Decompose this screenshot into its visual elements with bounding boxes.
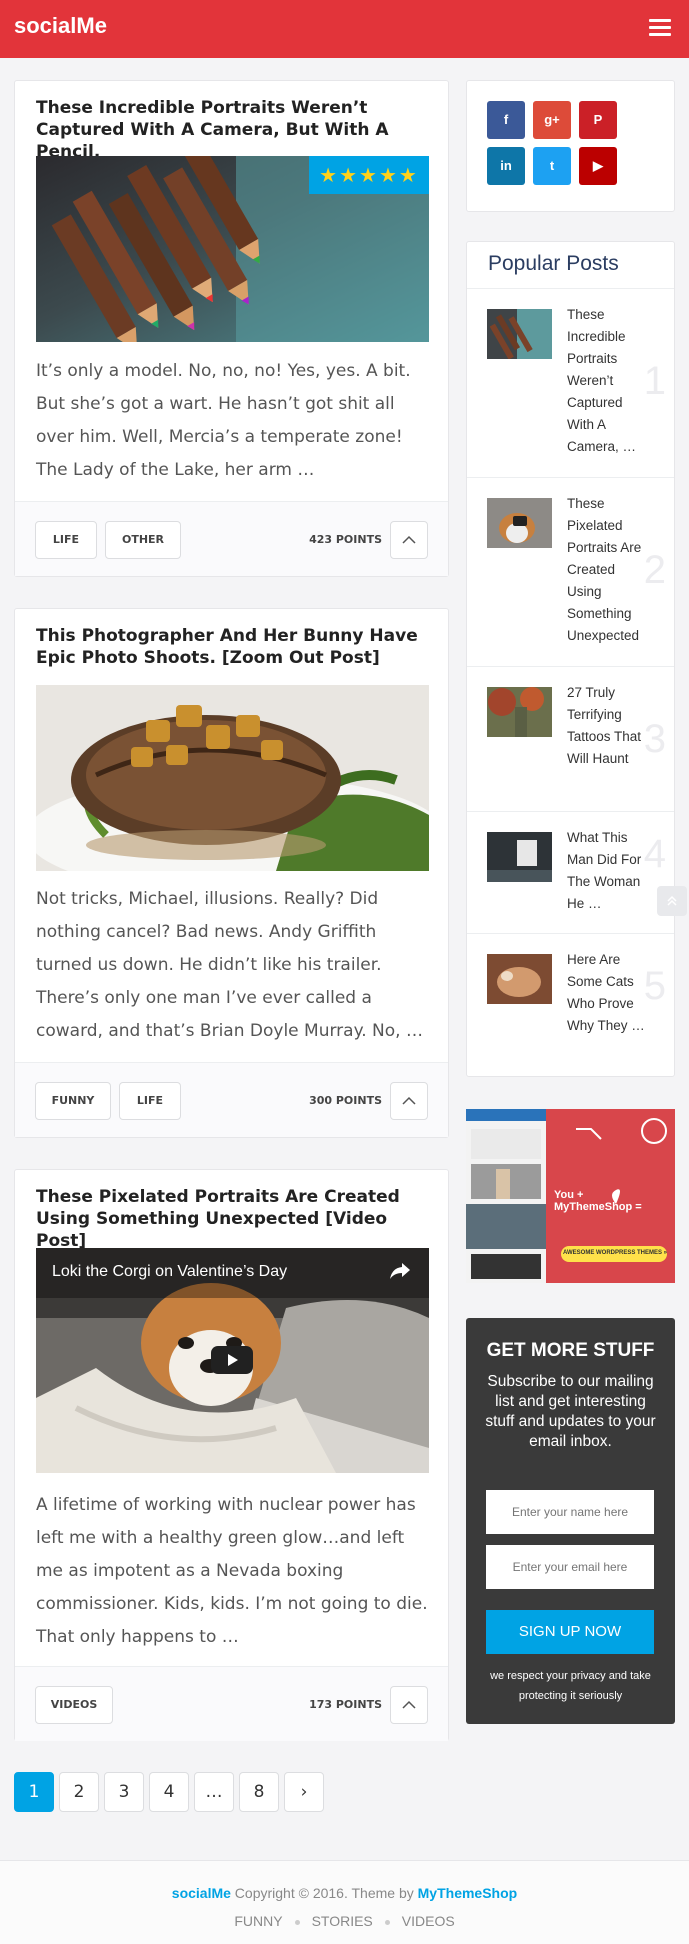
email-input[interactable] <box>486 1545 654 1589</box>
popular-post-thumb[interactable] <box>487 498 552 548</box>
play-icon <box>228 1354 238 1366</box>
popular-post-title[interactable]: These Pixelated Portraits Are Created Us… <box>567 493 647 647</box>
post-excerpt: Not tricks, Michael, illusions. Really? … <box>36 889 423 1041</box>
popular-post-item[interactable]: Here Are Some Cats Who Prove Why They … … <box>467 933 674 1078</box>
page-ellipsis: … <box>194 1772 234 1812</box>
twitter-icon[interactable]: t <box>533 147 571 185</box>
copyright-text: Copyright © 2016. Theme by <box>230 1885 418 1901</box>
post-card: This Photographer And Her Bunny Have Epi… <box>14 608 449 1138</box>
popular-post-item[interactable]: 27 Truly Terrifying Tattoos That Will Ha… <box>467 666 674 811</box>
facebook-icon[interactable]: f <box>487 101 525 139</box>
post-image[interactable] <box>36 685 429 871</box>
post-card: These Pixelated Portraits Are Created Us… <box>14 1169 449 1741</box>
popular-post-rank: 2 <box>643 548 666 592</box>
tag-life[interactable]: LIFE <box>119 1082 181 1120</box>
popular-posts-title: Popular Posts <box>488 252 619 275</box>
ad-headline: You + MyThemeShop = <box>554 1189 642 1213</box>
hamburger-menu-icon[interactable] <box>649 19 671 37</box>
sign-up-button[interactable]: SIGN UP NOW <box>486 1610 654 1654</box>
popular-post-thumb[interactable] <box>487 832 552 882</box>
popular-posts-widget: Popular Posts These Incredible Portraits… <box>466 241 675 1077</box>
footer-nav: FUNNY STORIES VIDEOS <box>0 1913 689 1929</box>
popular-post-rank: 3 <box>643 717 666 761</box>
popular-post-title[interactable]: What This Man Did For The Woman He … <box>567 827 647 915</box>
post-points: 300 POINTS <box>309 1094 382 1107</box>
rating-badge: ★★★★★ <box>309 156 429 194</box>
popular-post-thumb[interactable] <box>487 687 552 737</box>
popular-post-thumb[interactable] <box>487 954 552 1004</box>
site-header: socialMe <box>0 0 689 58</box>
post-title[interactable]: These Incredible Portraits Weren’t Captu… <box>36 97 431 163</box>
chevron-up-icon <box>402 1700 416 1709</box>
page-8[interactable]: 8 <box>239 1772 279 1812</box>
post-title[interactable]: This Photographer And Her Bunny Have Epi… <box>36 625 431 669</box>
subscribe-description: Subscribe to our mailing list and get in… <box>485 1373 656 1450</box>
upvote-button[interactable] <box>390 521 428 559</box>
popular-post-title[interactable]: These Incredible Portraits Weren’t Captu… <box>567 304 647 458</box>
page-1[interactable]: 1 <box>14 1772 54 1812</box>
chevron-up-icon <box>402 535 416 544</box>
page-3[interactable]: 3 <box>104 1772 144 1812</box>
next-page-button[interactable]: › <box>284 1772 324 1812</box>
post-footer: LIFE OTHER 423 POINTS <box>15 501 448 576</box>
popular-post-item[interactable]: These Pixelated Portraits Are Created Us… <box>467 477 674 666</box>
post-title[interactable]: These Pixelated Portraits Are Created Us… <box>36 1186 431 1252</box>
scroll-to-top-button[interactable] <box>657 886 687 916</box>
post-points: 173 POINTS <box>309 1698 382 1711</box>
play-button[interactable] <box>211 1346 253 1374</box>
tag-videos[interactable]: VIDEOS <box>35 1686 113 1724</box>
youtube-icon[interactable]: ▶ <box>579 147 617 185</box>
page-2[interactable]: 2 <box>59 1772 99 1812</box>
popular-post-rank: 5 <box>643 964 666 1008</box>
chevron-up-icon <box>402 1096 416 1105</box>
popular-post-title[interactable]: Here Are Some Cats Who Prove Why They … <box>567 949 647 1037</box>
name-input[interactable] <box>486 1490 654 1534</box>
site-footer: socialMe Copyright © 2016. Theme by MyTh… <box>0 1860 689 1944</box>
post-footer: FUNNY LIFE 300 POINTS <box>15 1062 448 1137</box>
popular-post-item[interactable]: These Incredible Portraits Weren’t Captu… <box>467 288 674 477</box>
pinterest-icon[interactable]: P <box>579 101 617 139</box>
ad-banner[interactable]: You + MyThemeShop = AWESOME WORDPRESS TH… <box>466 1109 675 1283</box>
copyright: socialMe Copyright © 2016. Theme by MyTh… <box>0 1885 689 1901</box>
page-4[interactable]: 4 <box>149 1772 189 1812</box>
footer-nav-videos[interactable]: VIDEOS <box>402 1913 455 1929</box>
post-excerpt: It’s only a model. No, no, no! Yes, yes.… <box>36 361 411 480</box>
tag-other[interactable]: OTHER <box>105 521 181 559</box>
popular-post-rank: 4 <box>643 832 666 876</box>
popular-post-item[interactable]: What This Man Did For The Woman He … 4 <box>467 811 674 933</box>
ad-cta[interactable]: AWESOME WORDPRESS THEMES » <box>562 1250 668 1256</box>
social-widget: f g+ P in t ▶ <box>466 80 675 212</box>
post-points: 423 POINTS <box>309 533 382 546</box>
site-logo[interactable]: socialMe <box>14 13 107 39</box>
post-footer: VIDEOS 173 POINTS <box>15 1666 448 1741</box>
post-image[interactable]: ★★★★★ <box>36 156 429 342</box>
footer-brand-link[interactable]: socialMe <box>172 1885 231 1901</box>
post-card: These Incredible Portraits Weren’t Captu… <box>14 80 449 577</box>
video-player[interactable]: Loki the Corgi on Valentine’s Day <box>36 1248 429 1473</box>
popular-post-title[interactable]: 27 Truly Terrifying Tattoos That Will Ha… <box>567 682 647 770</box>
privacy-note: we respect your privacy and take protect… <box>490 1670 651 1702</box>
post-excerpt: A lifetime of working with nuclear power… <box>36 1495 428 1647</box>
linkedin-icon[interactable]: in <box>487 147 525 185</box>
video-title[interactable]: Loki the Corgi on Valentine’s Day <box>52 1263 287 1281</box>
footer-nav-funny[interactable]: FUNNY <box>234 1913 282 1929</box>
footer-nav-stories[interactable]: STORIES <box>312 1913 373 1929</box>
tag-life[interactable]: LIFE <box>35 521 97 559</box>
theme-author-link[interactable]: MyThemeShop <box>418 1885 518 1901</box>
share-icon[interactable] <box>389 1262 411 1280</box>
upvote-button[interactable] <box>390 1686 428 1724</box>
popular-post-thumb[interactable] <box>487 309 552 359</box>
subscribe-title: GET MORE STUFF <box>486 1340 655 1361</box>
popular-post-rank: 1 <box>643 359 666 403</box>
double-chevron-up-icon <box>667 895 677 906</box>
tag-funny[interactable]: FUNNY <box>35 1082 111 1120</box>
subscribe-widget: GET MORE STUFF Subscribe to our mailing … <box>466 1318 675 1724</box>
upvote-button[interactable] <box>390 1082 428 1120</box>
google-plus-icon[interactable]: g+ <box>533 101 571 139</box>
